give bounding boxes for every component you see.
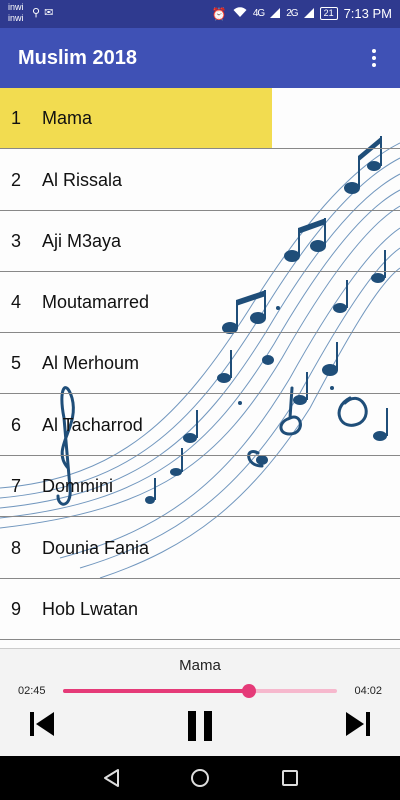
carrier-2: inwi bbox=[8, 13, 24, 23]
track-number: 3 bbox=[11, 230, 22, 251]
track-number: 6 bbox=[11, 414, 22, 435]
back-icon bbox=[104, 769, 119, 787]
track-title: Al Tacharrod bbox=[42, 414, 143, 435]
track-number: 4 bbox=[11, 291, 22, 312]
status-right: ⏰ 4G 2G 21 7:13 PM bbox=[212, 6, 392, 21]
recents-icon bbox=[282, 770, 298, 786]
skip-next-icon bbox=[346, 712, 370, 736]
app-bar: Muslim 2018 bbox=[0, 28, 400, 88]
pause-button[interactable] bbox=[186, 711, 214, 741]
track-item-9[interactable]: 9 Hob Lwatan bbox=[0, 579, 400, 640]
track-title: Al Merhoum bbox=[42, 352, 140, 373]
track-item-6[interactable]: 6 Al Tacharrod bbox=[0, 395, 400, 456]
notification-icons: ⚲ ✉ bbox=[32, 6, 53, 19]
track-title: Al Rissala bbox=[42, 169, 123, 190]
track-title: Dounia Fania bbox=[42, 537, 150, 558]
usb-icon: ⚲ bbox=[32, 7, 41, 19]
carrier-1: inwi bbox=[8, 2, 24, 12]
back-button[interactable] bbox=[102, 768, 122, 793]
track-item-8[interactable]: 8 Dounia Fania bbox=[0, 518, 400, 579]
now-playing-title: Mama bbox=[179, 657, 221, 674]
track-list[interactable]: 1 Mama 2 Al Rissala 3 Aji M3aya 4 Moutam… bbox=[0, 88, 400, 648]
track-title: Moutamarred bbox=[42, 291, 150, 312]
skip-previous-button[interactable] bbox=[28, 711, 56, 737]
track-item-1[interactable]: 1 Mama bbox=[0, 88, 400, 149]
message-icon: ✉ bbox=[44, 7, 54, 19]
track-number: 1 bbox=[11, 107, 22, 128]
system-nav-bar bbox=[0, 756, 400, 800]
track-number: 9 bbox=[11, 598, 22, 619]
track-item-5[interactable]: 5 Al Merhoum bbox=[0, 333, 400, 394]
pause-icon bbox=[188, 711, 212, 741]
carrier-labels: inwi inwi bbox=[8, 2, 24, 24]
alarm-icon: ⏰ bbox=[211, 6, 227, 21]
skip-previous-icon bbox=[30, 712, 54, 736]
track-item-3[interactable]: 3 Aji M3aya bbox=[0, 211, 400, 272]
total-time: 04:02 bbox=[354, 685, 382, 697]
player-controls: Mama 02:45 04:02 bbox=[0, 648, 400, 756]
track-item-7[interactable]: 7 Dommini bbox=[0, 456, 400, 517]
battery-icon: 21 bbox=[319, 7, 338, 20]
track-title: Mama bbox=[42, 107, 93, 128]
track-title: Aji M3aya bbox=[42, 230, 122, 251]
track-title: Dommini bbox=[42, 475, 114, 496]
seek-bar[interactable] bbox=[63, 684, 337, 698]
track-item-2[interactable]: 2 Al Rissala bbox=[0, 150, 400, 211]
recents-button[interactable] bbox=[280, 768, 300, 793]
signal-2-label: 2G bbox=[286, 8, 298, 19]
track-item-4[interactable]: 4 Moutamarred bbox=[0, 272, 400, 333]
track-title: Hob Lwatan bbox=[42, 598, 139, 619]
status-bar: inwi inwi ⚲ ✉ ⏰ 4G 2G 21 7:13 PM bbox=[0, 0, 400, 28]
signal-2-icon bbox=[303, 7, 314, 21]
skip-next-button[interactable] bbox=[344, 711, 372, 737]
track-number: 5 bbox=[11, 352, 22, 373]
track-number: 7 bbox=[11, 475, 22, 496]
signal-1-label: 4G bbox=[252, 8, 265, 19]
more-vert-icon[interactable] bbox=[362, 44, 386, 72]
home-icon bbox=[191, 769, 209, 787]
home-button[interactable] bbox=[190, 768, 210, 793]
seek-bar-thumb[interactable] bbox=[242, 684, 257, 698]
seek-bar-progress bbox=[63, 689, 250, 693]
wifi-icon bbox=[233, 6, 247, 21]
track-number: 8 bbox=[11, 537, 22, 558]
signal-icon bbox=[270, 7, 281, 21]
app-title: Muslim 2018 bbox=[18, 47, 137, 69]
track-number: 2 bbox=[11, 169, 22, 190]
current-time: 02:45 bbox=[18, 685, 46, 697]
status-time: 7:13 PM bbox=[343, 6, 392, 21]
